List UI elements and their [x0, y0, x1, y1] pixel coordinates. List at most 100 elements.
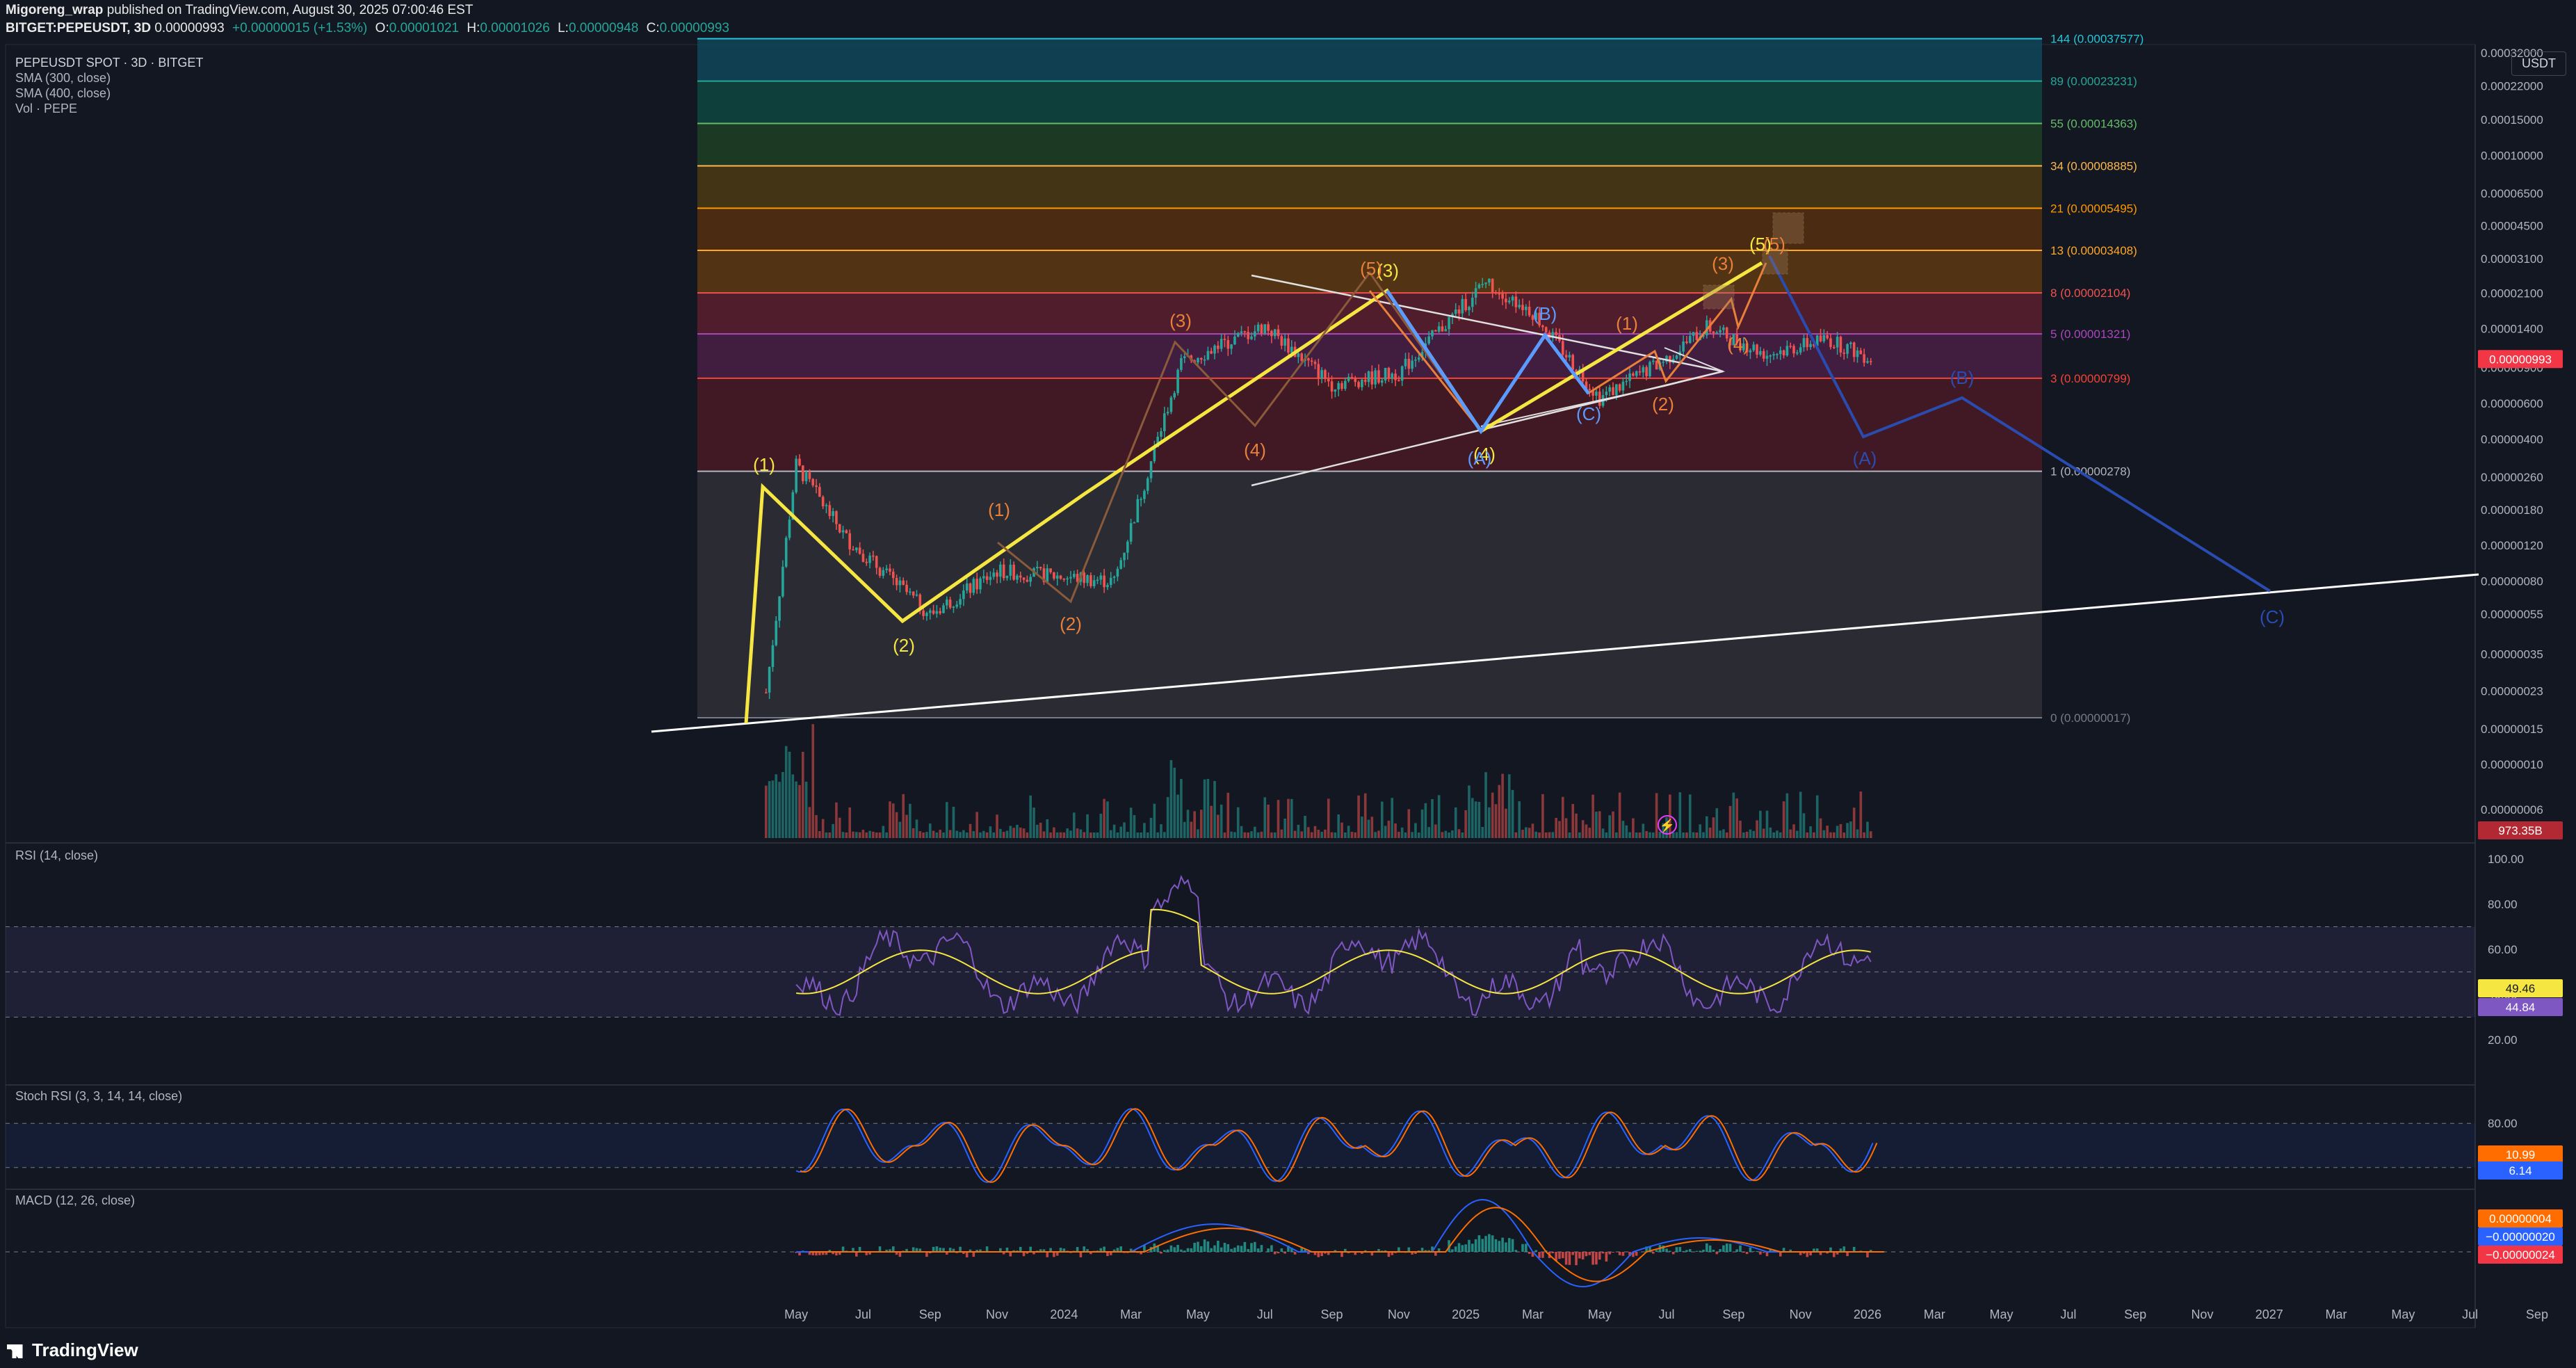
volume-bar: [768, 781, 771, 838]
candle-body: [1394, 373, 1397, 380]
volume-bar: [1163, 832, 1166, 838]
candle-body: [1719, 330, 1722, 333]
candle-body: [1199, 357, 1203, 360]
macd-histogram-bar: [1210, 1248, 1213, 1252]
volume-bar: [1146, 832, 1149, 838]
volume-bar: [1595, 812, 1598, 838]
macd-histogram-bar: [1756, 1250, 1758, 1252]
time-tick-label: 2027: [2255, 1307, 2283, 1321]
volume-bar: [1394, 823, 1397, 838]
candle-body: [835, 511, 838, 524]
candle-body: [798, 458, 801, 466]
candle-body: [1072, 574, 1076, 577]
volume-bar: [1072, 812, 1076, 838]
volume-bar: [1086, 814, 1089, 838]
candle-body: [1220, 339, 1223, 349]
wave-label: (C): [2260, 606, 2285, 627]
volume-bar: [804, 781, 808, 838]
legend-macd[interactable]: MACD (12, 26, close): [15, 1193, 135, 1208]
candle-body: [1350, 376, 1354, 378]
candle-body: [768, 667, 771, 693]
volume-bar: [1324, 829, 1327, 838]
volume-bar: [1534, 831, 1538, 838]
volume-bar: [1655, 793, 1658, 838]
macd-histogram-bar: [1277, 1252, 1280, 1254]
candle-body: [1330, 381, 1334, 392]
macd-histogram-bar: [1169, 1245, 1173, 1252]
legend-rsi[interactable]: RSI (14, close): [15, 848, 98, 863]
volume-bar: [1160, 824, 1163, 838]
volume-bar: [1059, 832, 1062, 838]
macd-histogram-bar: [1119, 1246, 1123, 1252]
volume-bar: [1166, 797, 1169, 838]
volume-bar: [1826, 826, 1829, 838]
volume-bar: [1005, 830, 1009, 838]
legend-title[interactable]: PEPEUSDT SPOT · 3D · BITGET: [15, 56, 203, 70]
wave-label: (2): [1060, 613, 1082, 634]
legend-volume[interactable]: Vol · PEPE: [15, 102, 77, 116]
wave-label: (C): [1576, 403, 1601, 424]
volume-bar: [975, 812, 978, 838]
fib-label: 144 (0.00037577): [2050, 33, 2144, 46]
candle-body: [1642, 367, 1645, 373]
fib-zone: [697, 471, 2042, 718]
candle-body: [939, 611, 941, 613]
legend-stoch-rsi[interactable]: Stoch RSI (3, 3, 14, 14, close): [15, 1089, 182, 1104]
candle-body: [1618, 384, 1621, 391]
macd-histogram-bar: [878, 1246, 882, 1252]
volume-bar: [835, 802, 838, 838]
candle-body: [1391, 373, 1394, 379]
volume-bar: [1247, 832, 1249, 838]
candle-body: [1407, 358, 1411, 369]
volume-bar: [1612, 811, 1614, 838]
volume-bar: [1514, 832, 1518, 838]
candle-body: [1695, 332, 1699, 341]
legend-sma300[interactable]: SMA (300, close): [15, 71, 111, 86]
candle-body: [979, 578, 982, 590]
volume-bar: [1706, 816, 1708, 838]
volume-bar: [798, 784, 801, 838]
candle-body: [1254, 331, 1256, 337]
candle-body: [1387, 367, 1391, 379]
tradingview-logo[interactable]: TradingView: [7, 1339, 138, 1361]
volume-bar: [1571, 803, 1575, 838]
volume-bar: [1066, 828, 1069, 838]
volume-bar: [1193, 811, 1196, 838]
macd-histogram-bar: [1688, 1249, 1692, 1252]
currency-button[interactable]: USDT: [2511, 51, 2566, 76]
candle-body: [1374, 370, 1377, 385]
volume-bar: [1645, 831, 1648, 838]
volume-bar: [1123, 822, 1126, 838]
volume-bar: [1789, 829, 1792, 838]
candle-body: [1116, 568, 1119, 577]
legend-sma400[interactable]: SMA (400, close): [15, 86, 111, 101]
candle-body: [765, 692, 768, 694]
chart-canvas[interactable]: 144 (0.00037577) 89 (0.00023231) 55 (0.000…: [0, 0, 2576, 1368]
volume-bar: [775, 774, 778, 838]
candle-body: [1518, 305, 1521, 307]
macd-histogram-bar: [1454, 1246, 1457, 1252]
candle-body: [925, 613, 928, 616]
volume-bar: [1407, 809, 1411, 838]
fib-label: 5 (0.00001321): [2050, 328, 2130, 341]
time-tick-label: Nov: [1790, 1307, 1812, 1321]
volume-bar: [1414, 823, 1417, 838]
volume-bar: [1558, 821, 1561, 838]
volume-bar: [1099, 814, 1103, 838]
volume-bar: [788, 751, 791, 838]
volume-bar: [1688, 794, 1692, 838]
candle-body: [1799, 347, 1802, 353]
time-tick-label: Sep: [1321, 1307, 1343, 1321]
volume-bar: [985, 832, 989, 838]
volume-bar: [815, 814, 818, 838]
volume-bar: [948, 830, 952, 838]
candle-body: [1053, 572, 1055, 579]
macd-histogram-bar: [1250, 1243, 1253, 1252]
volume-bar: [1719, 830, 1722, 838]
volume-bar: [1491, 792, 1494, 838]
candle-body: [1092, 580, 1096, 586]
fib-label: 89 (0.00023231): [2050, 75, 2137, 88]
macd-histogram-bar: [1842, 1246, 1846, 1252]
candle-body: [902, 580, 905, 585]
macd-histogram-bar: [1575, 1252, 1578, 1266]
